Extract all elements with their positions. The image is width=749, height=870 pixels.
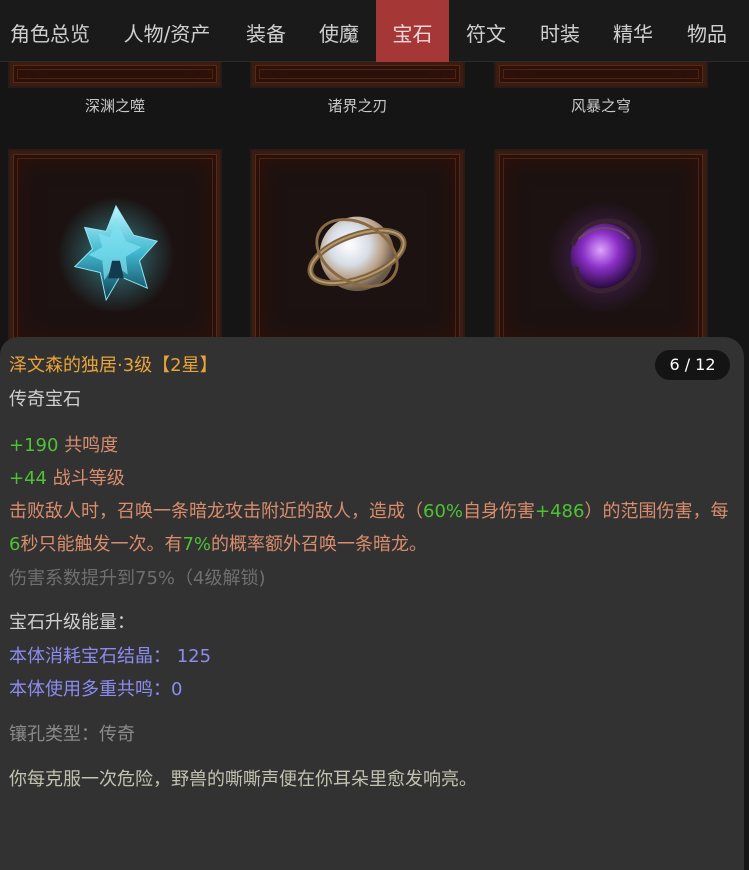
gem-slot-2[interactable] — [250, 62, 465, 88]
tab-character-overview[interactable]: 角色总览 — [0, 0, 100, 62]
gem-counter-badge: 6 / 12 — [655, 350, 730, 380]
gem-type: 传奇宝石 — [9, 389, 81, 410]
stat-resonance: +190 共鸣度 — [9, 431, 118, 457]
gem-title: 泽文森的独居·3级【2星】 — [9, 355, 218, 376]
upgrade-multi-resonance: 本体使用多重共鸣：0 — [9, 675, 182, 701]
gem-name-1: 深渊之噬 — [84, 97, 145, 115]
gem-slot-4[interactable] — [8, 149, 222, 349]
gem-slot-5[interactable] — [250, 149, 465, 349]
tab-character-assets[interactable]: 人物/资产 — [106, 0, 228, 62]
effect-value-3: 6 — [9, 534, 21, 555]
upgrade-crystal-cost-value: 125 — [176, 646, 212, 667]
blue-crystal-gem-icon — [57, 196, 175, 314]
gem-page: 角色总览 人物/资产 装备 使魔 宝石 符文 时装 精华 物品 深渊之噬 诸界之… — [0, 0, 749, 870]
upgrade-multi-resonance-label: 本体使用多重共鸣： — [9, 679, 171, 700]
effect-text-1: 击败敌人时，召唤一条暗龙攻击附近的敌人，造成（ — [9, 501, 423, 522]
upgrade-multi-resonance-value: 0 — [171, 679, 183, 700]
gem-slot-1[interactable] — [8, 62, 222, 88]
stat-resonance-label: 共鸣度 — [64, 435, 119, 456]
stat-combat-level: +44 战斗等级 — [9, 464, 125, 490]
flavor-text: 你每克服一次危险，野兽的嘶嘶声便在你耳朵里愈发响亮。 — [9, 769, 477, 790]
tab-essence[interactable]: 精华 — [599, 0, 667, 62]
effect-text-5: 的概率额外召唤一条暗龙。 — [211, 534, 428, 555]
gem-effect-description: 击败敌人时，召唤一条暗龙攻击附近的敌人，造成（60%自身伤害+486）的范围伤害… — [9, 495, 739, 561]
purple-dragon-orb-gem-icon — [547, 200, 661, 314]
effect-text-2: 自身伤害 — [463, 501, 536, 522]
top-nav: 角色总览 人物/资产 装备 使魔 宝石 符文 时装 精华 物品 — [0, 0, 749, 62]
socket-type: 镶孔类型：传奇 — [9, 724, 135, 745]
gem-grid: 深渊之噬 诸界之刃 风暴之穹 — [0, 62, 749, 349]
locked-upgrade-line: 伤害系数提升到75%（4级解锁) — [9, 568, 266, 589]
effect-value-2: +486 — [535, 501, 585, 522]
stat-resonance-value: +190 — [9, 435, 59, 456]
upgrade-crystal-cost: 本体消耗宝石结晶： 125 — [9, 642, 211, 668]
effect-text-4: 秒只能触发一次。有 — [20, 534, 183, 555]
tab-runes[interactable]: 符文 — [452, 0, 520, 62]
upgrade-energy-heading: 宝石升级能量： — [9, 612, 135, 633]
tab-gems[interactable]: 宝石 — [376, 0, 449, 62]
effect-value-1: 60% — [423, 501, 464, 522]
tab-items[interactable]: 物品 — [673, 0, 741, 62]
stat-combat-level-label: 战斗等级 — [52, 468, 125, 489]
pearl-orb-gem-icon — [307, 216, 407, 292]
gem-name-3: 风暴之穹 — [570, 97, 631, 115]
gem-slot-6[interactable] — [494, 149, 708, 349]
tab-familiar[interactable]: 使魔 — [305, 0, 373, 62]
tab-equipment[interactable]: 装备 — [232, 0, 300, 62]
gem-name-2: 诸界之刃 — [327, 97, 388, 115]
stat-combat-level-value: +44 — [9, 468, 47, 489]
upgrade-crystal-cost-label: 本体消耗宝石结晶： — [9, 646, 171, 667]
effect-value-4: 7% — [182, 534, 212, 555]
gem-detail-panel: 泽文森的独居·3级【2星】 6 / 12 传奇宝石 +190 共鸣度 +44 战… — [0, 337, 744, 870]
effect-text-3: ）的范围伤害，每 — [584, 501, 729, 522]
tab-fashion[interactable]: 时装 — [526, 0, 594, 62]
gem-slot-3[interactable] — [494, 62, 708, 88]
